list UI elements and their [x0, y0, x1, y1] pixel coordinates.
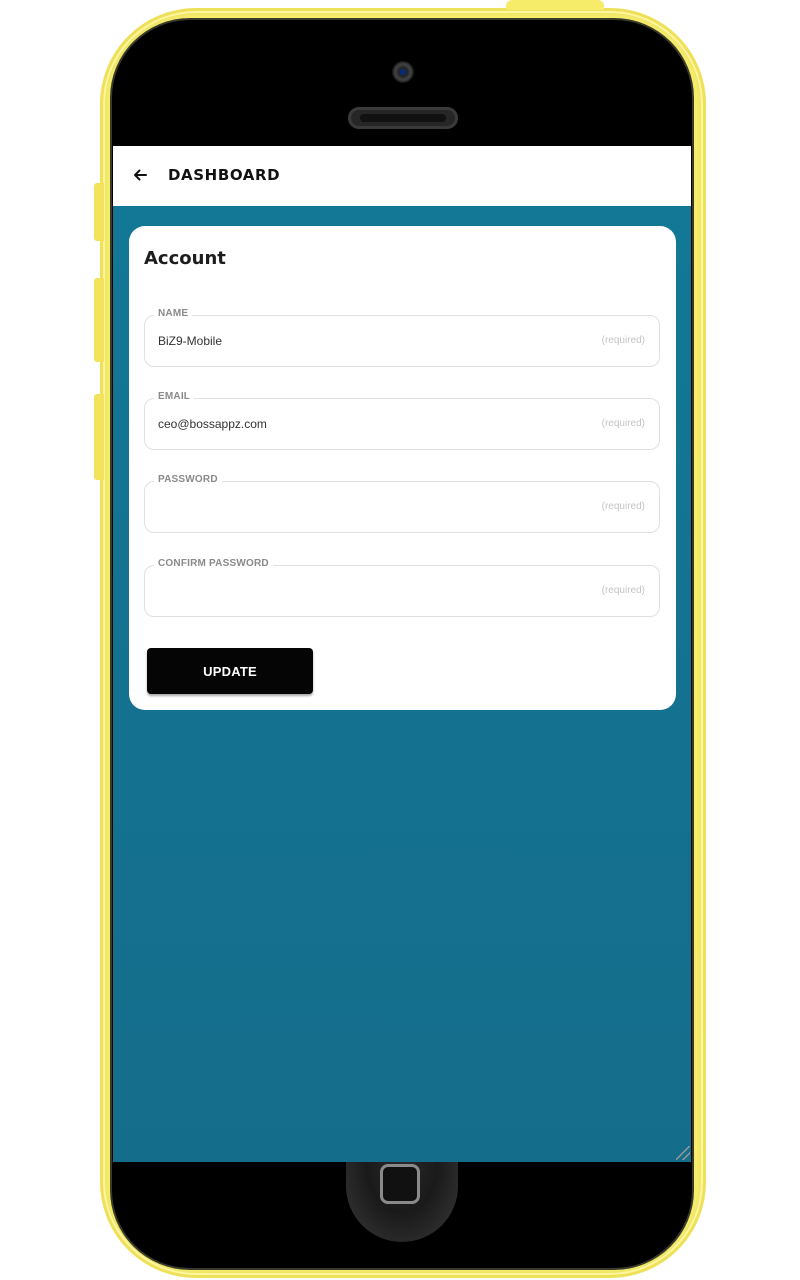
password-input[interactable]	[158, 496, 578, 518]
password-required-hint: (required)	[601, 501, 645, 512]
confirm-password-field: CONFIRM PASSWORD (required)	[144, 558, 660, 617]
volume-down-button	[94, 394, 104, 480]
volume-up-button	[94, 278, 104, 362]
name-input[interactable]	[158, 330, 578, 352]
name-field-label: NAME	[154, 308, 193, 319]
earpiece-speaker	[348, 107, 458, 129]
account-card: Account NAME (required) EMAIL (required)…	[129, 226, 676, 710]
email-input[interactable]	[158, 413, 578, 435]
password-field: PASSWORD (required)	[144, 474, 660, 533]
arrow-left-icon[interactable]	[131, 166, 149, 184]
email-field: EMAIL (required)	[144, 391, 660, 450]
front-camera	[392, 61, 414, 83]
update-button[interactable]: UPDATE	[147, 648, 313, 694]
card-title: Account	[144, 248, 226, 269]
app-screen: DASHBOARD Account NAME (required) EMAIL …	[113, 146, 691, 1162]
power-button	[506, 0, 604, 10]
name-required-hint: (required)	[601, 335, 645, 346]
page-title: DASHBOARD	[168, 166, 281, 184]
confirm-password-field-label: CONFIRM PASSWORD	[154, 558, 273, 569]
home-square-icon	[380, 1164, 420, 1204]
email-field-label: EMAIL	[154, 391, 195, 402]
resize-grip-icon	[676, 1146, 690, 1160]
email-required-hint: (required)	[601, 418, 645, 429]
app-bar: DASHBOARD	[113, 146, 691, 206]
confirm-password-required-hint: (required)	[601, 585, 645, 596]
mute-switch	[94, 183, 104, 241]
name-field: NAME (required)	[144, 308, 660, 367]
confirm-password-input[interactable]	[158, 580, 578, 602]
password-field-label: PASSWORD	[154, 474, 222, 485]
